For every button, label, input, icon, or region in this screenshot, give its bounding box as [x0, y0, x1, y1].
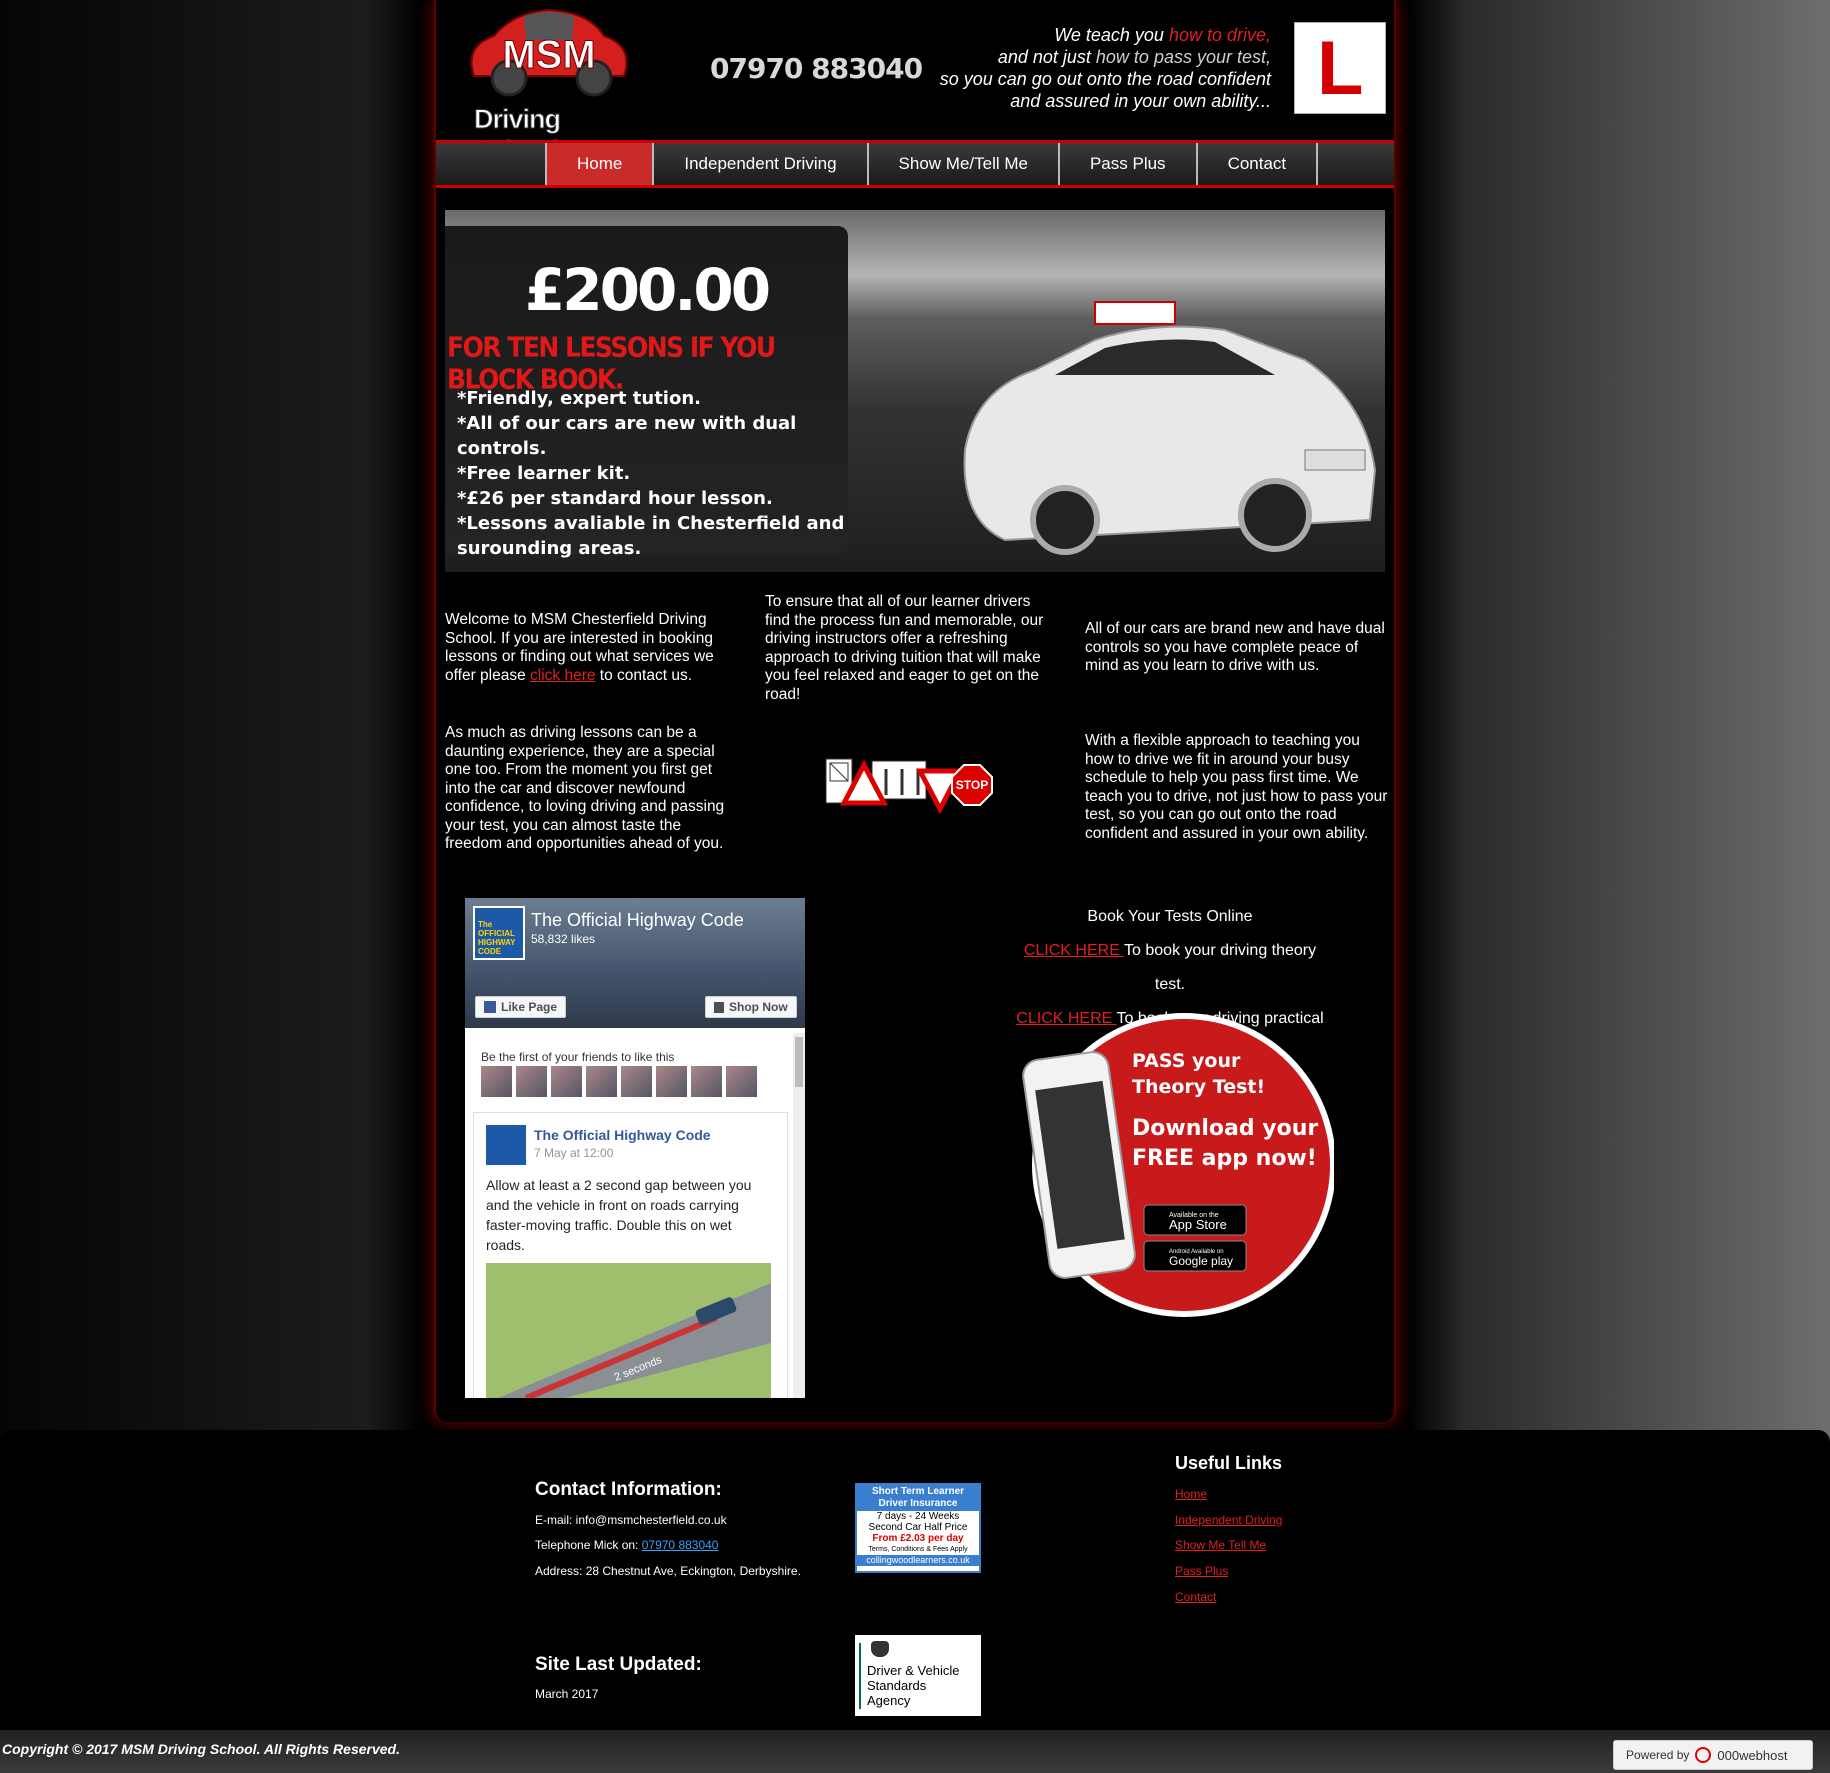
facebook-widget[interactable]: The OFFICIAL HIGHWAY CODE The Official H… — [465, 898, 805, 1398]
fb-likes: 58,832 likes — [531, 932, 596, 946]
footer-phone: Telephone Mick on: 07970 883040 — [535, 1538, 719, 1552]
nav-show-me-tell-me[interactable]: Show Me/Tell Me — [866, 143, 1058, 185]
header-tagline: We teach you how to drive, and not just … — [939, 25, 1271, 111]
car-image — [963, 301, 1377, 555]
post-image[interactable]: 2 seconds — [486, 1263, 771, 1398]
footer-link-contact[interactable]: Contact — [1175, 1590, 1216, 1604]
svg-text:App Store: App Store — [1169, 1217, 1227, 1232]
nav-contact[interactable]: Contact — [1195, 143, 1319, 185]
fb-friend-faces — [481, 1066, 757, 1097]
hero-banner: £200.00 FOR TEN LESSONS IF YOU BLOCK BOO… — [445, 210, 1385, 572]
header-phone: 07970 883040 — [710, 52, 923, 85]
intro-text: Welcome to MSM Chesterfield Driving Scho… — [445, 611, 714, 684]
useful-links-title: Useful Links — [1175, 1453, 1283, 1473]
fb-post: The Official Highway Code 7 May at 12:00… — [473, 1112, 788, 1398]
fb-shop-button[interactable]: Shop Now — [705, 996, 797, 1018]
post-date[interactable]: 7 May at 12:00 — [534, 1146, 613, 1160]
contact-title: Contact Information: — [535, 1479, 722, 1500]
nav-independent-driving[interactable]: Independent Driving — [652, 143, 866, 185]
offer-panel: £200.00 FOR TEN LESSONS IF YOU BLOCK BOO… — [445, 226, 848, 559]
svg-text:Theory Test!: Theory Test! — [1132, 1076, 1265, 1098]
contact-link[interactable]: click here — [530, 667, 595, 684]
flexible-text: With a flexible approach to teaching you… — [1085, 732, 1388, 842]
fb-scrollbar[interactable] — [793, 1033, 805, 1398]
offer-bullets: *Friendly, expert tution. *All of our ca… — [457, 388, 845, 559]
site-header: MSM Driving School 07970 883040 We teach… — [436, 0, 1394, 166]
main-nav: Home Independent Driving Show Me/Tell Me… — [436, 140, 1394, 188]
footer-link-show-me-tell-me[interactable]: Show Me Tell Me — [1175, 1538, 1266, 1552]
avatar[interactable] — [586, 1066, 617, 1097]
avatar[interactable] — [726, 1066, 757, 1097]
dvsa-logo[interactable]: Driver & Vehicle Standards Agency — [855, 1635, 981, 1716]
svg-text:FREE app now!: FREE app now! — [1132, 1146, 1317, 1171]
fb-friends-text: Be the first of your friends to like thi… — [481, 1050, 675, 1064]
avatar[interactable] — [656, 1066, 687, 1097]
footer-link-independent-driving[interactable]: Independent Driving — [1175, 1513, 1282, 1527]
msm-logo[interactable]: MSM Driving School — [454, 6, 644, 166]
copyright: Copyright © 2017 MSM Driving School. All… — [2, 1741, 400, 1757]
svg-text:PASS your: PASS your — [1132, 1050, 1241, 1072]
theory-app-promo[interactable]: PASS your Theory Test! Download your FRE… — [1014, 1005, 1334, 1325]
footer-address: Address: 28 Chestnut Ave, Eckington, Der… — [535, 1564, 801, 1578]
theory-test-link[interactable]: CLICK HERE — [1024, 942, 1124, 959]
fb-page-name[interactable]: The Official Highway Code — [531, 910, 744, 931]
logo-letters: MSM — [502, 33, 595, 77]
nav-pass-plus[interactable]: Pass Plus — [1057, 143, 1196, 185]
cars-text: All of our cars are brand new and have d… — [1085, 620, 1385, 674]
nav-home[interactable]: Home — [545, 143, 653, 185]
svg-text:Google play: Google play — [1169, 1254, 1233, 1268]
approach-text: To ensure that all of our learner driver… — [765, 593, 1044, 703]
fb-like-button[interactable]: Like Page — [475, 996, 567, 1018]
insurance-ad[interactable]: Short Term Learner Driver Insurance 7 da… — [855, 1483, 981, 1573]
webhost-icon — [1695, 1747, 1712, 1763]
avatar[interactable] — [691, 1066, 722, 1097]
footer-phone-link[interactable]: 07970 883040 — [642, 1538, 719, 1552]
facebook-icon — [484, 1001, 496, 1013]
road-signs-icon: STOP — [825, 758, 993, 815]
avatar[interactable] — [621, 1066, 652, 1097]
updated-title: Site Last Updated: — [535, 1654, 702, 1675]
powered-by-badge[interactable]: Powered by 000webhost — [1613, 1740, 1813, 1770]
footer-email: E-mail: info@msmchesterfield.co.uk — [535, 1513, 727, 1527]
footer-link-home[interactable]: Home — [1175, 1487, 1207, 1501]
l-plate-icon: L — [1294, 22, 1386, 114]
main-container: MSM Driving School 07970 883040 We teach… — [434, 0, 1396, 1422]
svg-text:Download your: Download your — [1132, 1116, 1318, 1141]
post-avatar[interactable] — [486, 1125, 526, 1165]
crest-icon — [871, 1641, 889, 1657]
avatar[interactable] — [481, 1066, 512, 1097]
lessons-text: As much as driving lessons can be a daun… — [445, 724, 725, 852]
bag-icon — [714, 1001, 724, 1013]
stop-sign-text: STOP — [956, 778, 988, 792]
footer-link-pass-plus[interactable]: Pass Plus — [1175, 1564, 1228, 1578]
post-text: Allow at least a 2 second gap between yo… — [486, 1177, 752, 1253]
updated-date: March 2017 — [535, 1687, 599, 1701]
highway-code-logo[interactable]: The OFFICIAL HIGHWAY CODE — [473, 906, 525, 960]
price: £200.00 — [524, 256, 771, 324]
booking-title: Book Your Tests Online — [1087, 908, 1253, 925]
avatar[interactable] — [551, 1066, 582, 1097]
fb-cover: The OFFICIAL HIGHWAY CODE The Official H… — [465, 898, 805, 1028]
post-author[interactable]: The Official Highway Code — [534, 1127, 711, 1143]
avatar[interactable] — [516, 1066, 547, 1097]
